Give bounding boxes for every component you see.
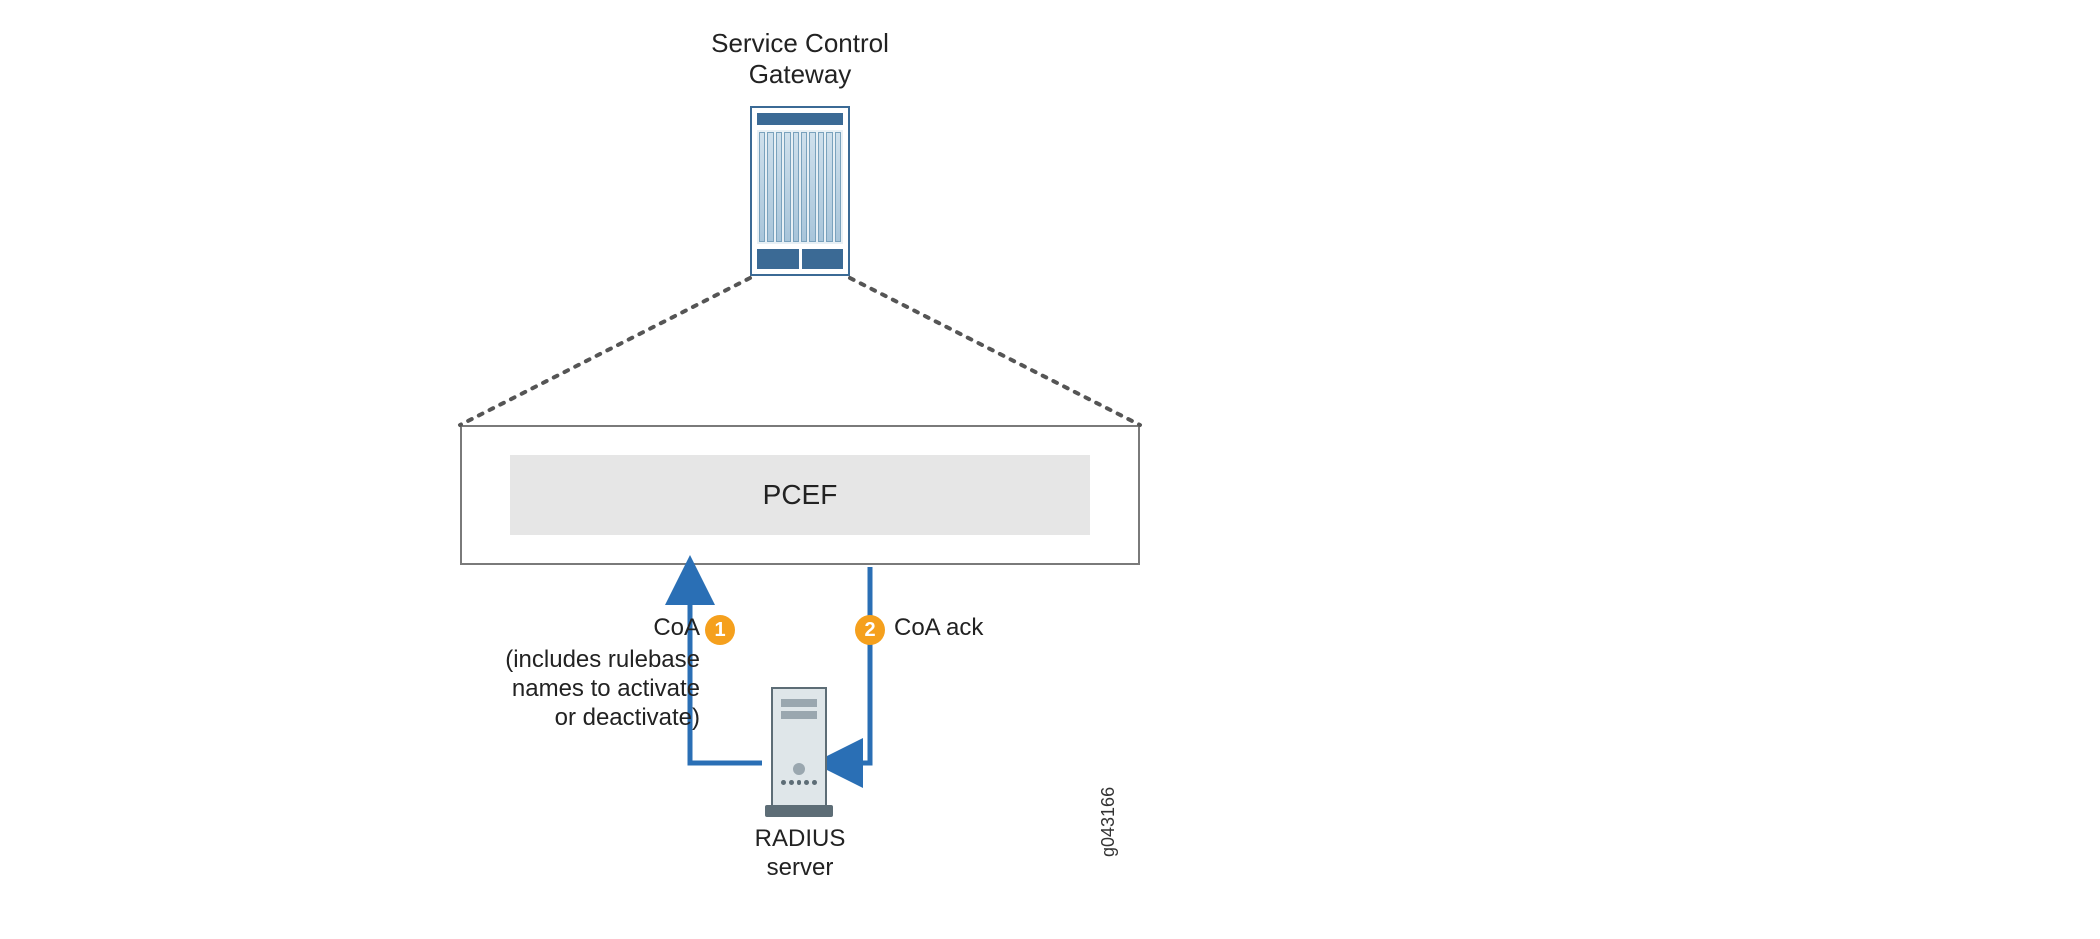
rack-slot [759, 132, 765, 242]
coa-note-line3: or deactivate) [555, 704, 700, 731]
rack-top-bar [757, 113, 843, 125]
server-base [765, 805, 833, 817]
image-id: g043166 [1098, 787, 1119, 857]
rack-slot [835, 132, 841, 242]
coa-label: CoA [653, 614, 700, 641]
led-dot [804, 780, 809, 785]
rack-bottom [757, 249, 843, 269]
step-2-number: 2 [864, 619, 875, 642]
rack-bottom-pane [757, 249, 799, 269]
server-button [793, 763, 805, 775]
rack-slots [757, 130, 843, 244]
coa-ack-label: CoA ack [894, 614, 1094, 643]
radius-server-icon [765, 687, 833, 817]
rack-bottom-pane [802, 249, 844, 269]
led-dot [789, 780, 794, 785]
pcef-box: PCEF [510, 455, 1090, 535]
diagram-stage: Service ControlGateway PCEF [0, 0, 2100, 939]
rack-slot [793, 132, 799, 242]
radius-label-line2: server [767, 854, 834, 881]
step-2-badge: 2 [855, 615, 885, 645]
coa-ack-text: CoA ack [894, 614, 983, 641]
pcef-label: PCEF [763, 479, 838, 511]
server-leds [781, 780, 817, 790]
led-dot [781, 780, 786, 785]
step-1-number: 1 [714, 619, 725, 642]
server-slot [781, 711, 817, 719]
led-dot [812, 780, 817, 785]
coa-label-block: CoA [420, 614, 700, 643]
step-1-badge: 1 [705, 615, 735, 645]
gateway-rack-icon [750, 106, 850, 276]
rack-slot [784, 132, 790, 242]
led-dot [797, 780, 802, 785]
radius-label-line1: RADIUS [755, 825, 846, 852]
rack-slot [776, 132, 782, 242]
gateway-title-line1: Service ControlGateway [711, 28, 889, 89]
image-id-text: g043166 [1098, 787, 1118, 857]
rack-slot [767, 132, 773, 242]
gateway-title: Service ControlGateway [650, 28, 950, 90]
server-tower [771, 687, 827, 807]
radius-label: RADIUS server [700, 825, 900, 883]
server-slot [781, 699, 817, 707]
coa-note-line2: names to activate [512, 675, 700, 702]
rack-slot [818, 132, 824, 242]
coa-note: (includes rulebase names to activate or … [388, 646, 700, 732]
coa-note-line1: (includes rulebase [505, 646, 700, 673]
rack-slot [826, 132, 832, 242]
rack-slot [801, 132, 807, 242]
rack-slot [809, 132, 815, 242]
